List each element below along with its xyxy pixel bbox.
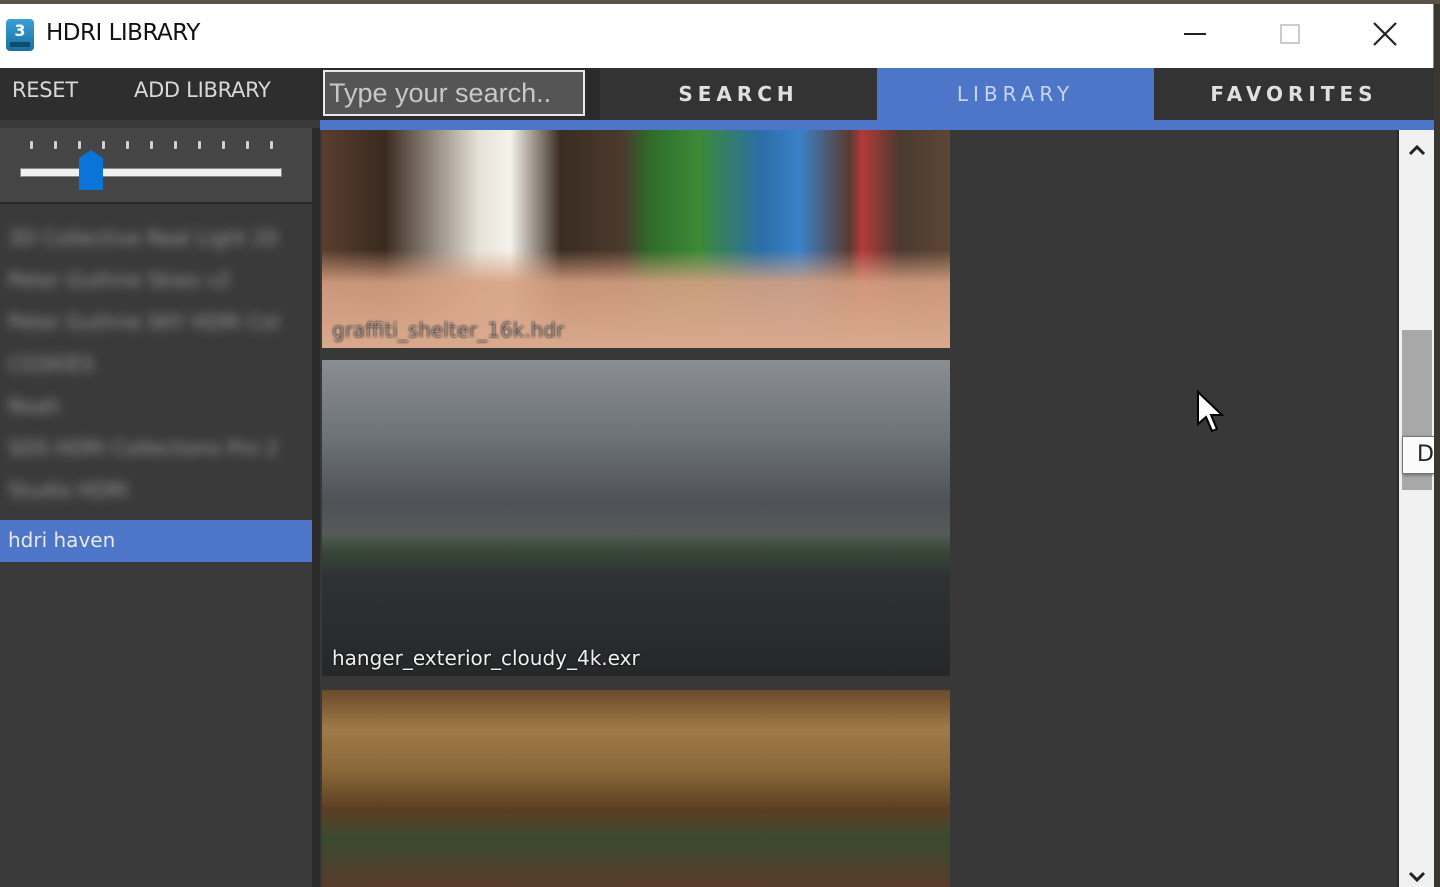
- tab-favorites[interactable]: FAVORITES: [1154, 68, 1434, 120]
- close-icon: [1373, 22, 1397, 46]
- active-tab-underline: [320, 120, 1434, 130]
- slider-tick: [246, 141, 249, 149]
- slider-tick: [78, 141, 81, 149]
- library-list-item-label: Noah: [8, 394, 61, 418]
- library-list-item[interactable]: Studio HDRI: [0, 470, 312, 510]
- hdri-thumbnail[interactable]: hanger_exterior_cloudy_4k.exr: [322, 360, 950, 676]
- slider-tick: [30, 141, 33, 149]
- hdri-library-window: 3 HDRI LIBRARY RESET ADD LIBRARY 3D Coll…: [0, 0, 1440, 887]
- sidebar-toolbar: RESET ADD LIBRARY: [0, 68, 320, 120]
- chevron-down-icon: [1408, 871, 1425, 883]
- minimize-button[interactable]: [1165, 4, 1225, 64]
- library-list-item-label: Peter Guthrie Skies v2: [8, 268, 231, 292]
- hdri-thumbnail[interactable]: graffiti_shelter_16k.hdr: [322, 130, 950, 348]
- library-list-item[interactable]: Peter Guthrie Skies v2: [0, 260, 312, 300]
- thumbnail-size-panel: [0, 128, 312, 204]
- hdri-thumbnail-caption: graffiti_shelter_16k.hdr: [332, 318, 565, 342]
- library-list-item-label: SDS HDRI Collections Pro 2: [8, 436, 279, 460]
- library-list: 3D Collective Real Light 20 Peter Guthrie…: [0, 218, 312, 562]
- mouse-cursor-icon: [1197, 390, 1225, 433]
- maximize-button[interactable]: [1260, 4, 1320, 64]
- library-list-item[interactable]: 3D Collective Real Light 20: [0, 218, 312, 258]
- tab-bar: SEARCH LIBRARY FAVORITES: [320, 68, 1434, 120]
- minimize-icon: [1184, 33, 1206, 35]
- slider-tick: [150, 141, 153, 149]
- hdri-thumbnail-grid: graffiti_shelter_16k.hdr hanger_exterior…: [320, 130, 1397, 887]
- library-list-item[interactable]: Peter Guthrie SKY HDRI Col: [0, 302, 312, 342]
- chevron-up-icon: [1408, 144, 1425, 156]
- thumbnail-size-slider-thumb[interactable]: [78, 150, 103, 190]
- thumbnail-size-slider-track[interactable]: [20, 168, 282, 177]
- slider-tick: [54, 141, 57, 149]
- tab-search[interactable]: SEARCH: [600, 68, 877, 120]
- app-icon-label: 3: [14, 21, 26, 40]
- tab-library[interactable]: LIBRARY: [877, 68, 1154, 120]
- library-list-item-label: 3D Collective Real Light 20: [8, 226, 279, 250]
- hdri-thumbnail-caption: hanger_exterior_cloudy_4k.exr: [332, 646, 640, 670]
- scroll-up-button[interactable]: [1399, 136, 1434, 164]
- search-input[interactable]: [323, 70, 585, 116]
- slider-tick: [198, 141, 201, 149]
- add-library-button[interactable]: ADD LIBRARY: [134, 78, 271, 102]
- sidebar: RESET ADD LIBRARY 3D Collective Real Lig…: [0, 68, 320, 887]
- library-list-item-label: CGSKIES: [8, 352, 95, 376]
- library-list-item-label: Studio HDRI: [8, 478, 129, 502]
- scroll-down-button[interactable]: [1399, 867, 1434, 887]
- slider-tick: [102, 141, 105, 149]
- library-list-item-label: hdri haven: [8, 528, 116, 552]
- maximize-icon: [1280, 24, 1300, 44]
- desktop-background-edge: [1434, 4, 1440, 887]
- library-list-item[interactable]: Noah: [0, 386, 312, 426]
- slider-tick: [126, 141, 129, 149]
- title-bar: 3 HDRI LIBRARY: [0, 4, 1434, 68]
- slider-tick: [222, 141, 225, 149]
- app-icon-badge: [10, 42, 30, 47]
- window-title: HDRI LIBRARY: [46, 20, 200, 46]
- slider-tick: [270, 141, 273, 149]
- hdri-thumbnail[interactable]: [322, 690, 950, 887]
- library-list-item[interactable]: SDS HDRI Collections Pro 2: [0, 428, 312, 468]
- slider-tick: [174, 141, 177, 149]
- 3ds-max-icon: 3: [6, 19, 34, 51]
- sidebar-splitter[interactable]: [312, 128, 320, 887]
- close-button[interactable]: [1355, 4, 1415, 64]
- main-panel: SEARCH LIBRARY FAVORITES graffiti_shelte…: [320, 68, 1434, 887]
- library-list-item[interactable]: CGSKIES: [0, 344, 312, 384]
- slider-ticks: [30, 141, 275, 151]
- library-list-item-label: Peter Guthrie SKY HDRI Col: [8, 310, 280, 334]
- reset-button[interactable]: RESET: [12, 78, 78, 102]
- vertical-scrollbar[interactable]: [1397, 130, 1434, 887]
- library-list-item[interactable]: hdri haven: [0, 520, 312, 562]
